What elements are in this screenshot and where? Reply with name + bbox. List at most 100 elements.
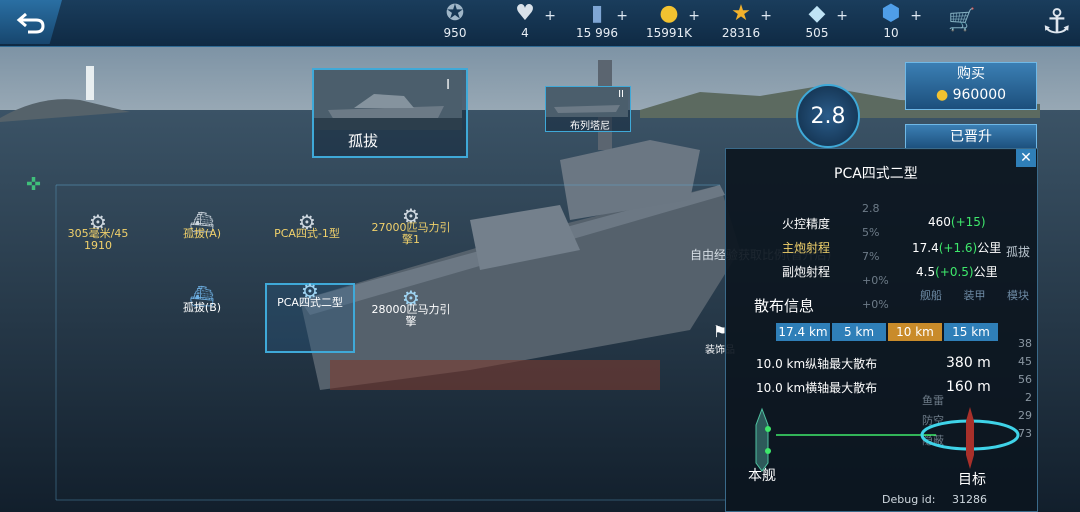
ship-thumbnail bbox=[314, 70, 462, 130]
ghost-value: +0% bbox=[862, 298, 889, 311]
stat-base: 460 bbox=[928, 215, 951, 229]
stat-value: 460(+15) bbox=[928, 215, 986, 229]
ghost-tab: 装甲 bbox=[963, 289, 986, 302]
ship-card-1[interactable]: I 孤拔 bbox=[312, 68, 468, 158]
plus-icon[interactable]: + bbox=[688, 8, 700, 24]
plus-icon[interactable]: + bbox=[616, 8, 628, 24]
dispersion-label: 10.0 km纵轴最大散布 bbox=[756, 357, 878, 371]
ghost-tab: 模块 bbox=[1007, 289, 1029, 302]
resource-diamond[interactable]: ◆ + 505 bbox=[782, 2, 852, 41]
distance-tab[interactable]: 15 km bbox=[944, 323, 998, 341]
crosshair-icon: ✜ bbox=[26, 174, 42, 195]
plus-icon[interactable]: + bbox=[760, 8, 772, 24]
module-item[interactable]: ⚙ 27000匹马力引 擎1 bbox=[366, 206, 456, 246]
debug-label: Debug id: bbox=[882, 493, 936, 506]
stat-value: 17.4(+1.6)公里 bbox=[912, 239, 1001, 256]
buy-button[interactable]: 购买 ● 960000 bbox=[905, 62, 1037, 110]
resource-heart[interactable]: ♥ + 4 bbox=[490, 2, 560, 41]
back-arrow-icon bbox=[16, 12, 45, 34]
distance-tab[interactable]: 5 km bbox=[832, 323, 886, 341]
stat-unit: 公里 bbox=[977, 241, 1002, 255]
ghost-ship-name: 孤拔 bbox=[1006, 245, 1031, 259]
ship-thumbnail bbox=[546, 87, 628, 117]
stat-unit: 公里 bbox=[973, 265, 998, 279]
resource-value: 15 996 bbox=[576, 26, 618, 40]
dispersion-label: 10.0 km横轴最大散布 bbox=[756, 381, 878, 395]
plus-icon[interactable]: + bbox=[910, 8, 922, 24]
promoted-label: 已晋升 bbox=[950, 129, 992, 145]
ghost-value: 45 bbox=[1018, 355, 1032, 368]
distance-tab[interactable]: 17.4 km bbox=[776, 323, 830, 341]
dispersion-value: 160 m bbox=[946, 379, 991, 395]
ghost-value: 56 bbox=[1018, 373, 1032, 386]
rating-value: 2.8 bbox=[810, 103, 846, 129]
ship-tier: I bbox=[446, 78, 450, 93]
stat-value: 4.5(+0.5)公里 bbox=[916, 263, 998, 280]
dispersion-title: 散布信息 bbox=[754, 297, 815, 315]
resource-value: 28316 bbox=[721, 26, 761, 40]
top-bar: ✪ 950 ♥ + 4 ▮ + 15 996 ● + 15991K ★ + 28… bbox=[0, 0, 1080, 47]
dispersion-diagram bbox=[755, 407, 1020, 472]
stat-label: 主炮射程 bbox=[782, 241, 831, 255]
module-label: 孤拔(B) bbox=[182, 301, 222, 314]
module-item[interactable]: ⚙ PCA四式-1型 bbox=[264, 212, 350, 240]
buy-price-row: ● 960000 bbox=[906, 85, 1036, 105]
ghost-tab: 舰船 bbox=[920, 289, 942, 302]
buy-label: 购买 bbox=[957, 66, 985, 82]
rating-badge: 2.8 bbox=[796, 84, 860, 148]
dispersion-value: 380 m bbox=[946, 355, 991, 371]
resource-value: 15991K bbox=[645, 26, 693, 40]
target-label: 目标 bbox=[958, 472, 986, 488]
ship-card-2[interactable]: II 布列塔尼 bbox=[545, 86, 631, 132]
shop-cart-icon[interactable]: 🛒 bbox=[948, 8, 975, 33]
module-label: 孤拔(A) bbox=[182, 227, 222, 240]
module-label: 28000匹马力引 擎 bbox=[371, 303, 451, 328]
dispersion-row: 10.0 km横轴最大散布 160 m bbox=[756, 379, 1016, 396]
compass-icon: ✪ bbox=[445, 1, 465, 26]
resource-value: 10 bbox=[883, 26, 899, 40]
promoted-button[interactable]: 已晋升 bbox=[905, 124, 1037, 150]
module-label: PCA四式二型 bbox=[277, 296, 343, 309]
debug-value: 31286 bbox=[952, 493, 987, 506]
module-item[interactable]: ⚙ 28000匹马力引 擎 bbox=[366, 288, 456, 328]
buy-price: 960000 bbox=[952, 87, 1007, 103]
anchor-icon[interactable]: ⚓ bbox=[1042, 2, 1072, 42]
plus-icon[interactable]: + bbox=[836, 8, 848, 24]
module-label: PCA四式-1型 bbox=[274, 227, 340, 240]
close-icon[interactable]: ✕ bbox=[1016, 149, 1036, 167]
panel-title: PCA四式二型 bbox=[834, 166, 918, 182]
stat-delta: (+15) bbox=[950, 215, 986, 229]
back-button[interactable] bbox=[0, 0, 62, 44]
gold-coin-icon: ● bbox=[935, 87, 949, 103]
resource-value: 950 bbox=[443, 26, 467, 40]
stat-label: 火控精度 bbox=[782, 217, 831, 231]
stat-row: 火控精度 460(+15) bbox=[782, 215, 1030, 232]
distance-tab-selected[interactable]: 10 km bbox=[888, 323, 942, 341]
module-detail-panel: PCA四式二型 ✕ 2.8 5% 7% +0% +0% 火控精度 460(+15… bbox=[725, 148, 1038, 512]
stat-row: 主炮射程 17.4(+1.6)公里 bbox=[782, 239, 1030, 256]
resource-value: 4 bbox=[521, 26, 529, 40]
module-item[interactable]: ⛴ 孤拔(B) bbox=[166, 286, 238, 314]
plus-icon[interactable]: + bbox=[544, 8, 556, 24]
module-item[interactable]: ⚙ 305毫米/45 1910 bbox=[62, 212, 134, 252]
ship-tier: II bbox=[618, 89, 624, 100]
resource-card[interactable]: ▮ + 15 996 bbox=[562, 2, 632, 41]
module-item-selected[interactable]: ⚙ PCA四式二型 bbox=[265, 281, 355, 353]
resource-value: 505 bbox=[805, 26, 829, 40]
stat-base: 17.4 bbox=[912, 241, 939, 255]
stat-base: 4.5 bbox=[916, 265, 936, 279]
module-item[interactable]: ⛴ 孤拔(A) bbox=[166, 212, 238, 240]
module-label: 27000匹马力引 擎1 bbox=[371, 221, 451, 246]
ship-name: 孤拔 bbox=[348, 132, 379, 150]
resource-gold[interactable]: ● + 15991K bbox=[634, 2, 704, 41]
dispersion-row: 10.0 km纵轴最大散布 380 m bbox=[756, 355, 1016, 372]
resource-crystal[interactable]: ⬢ + 10 bbox=[856, 2, 926, 41]
stat-delta: (+1.6) bbox=[938, 241, 978, 255]
stat-delta: (+0.5) bbox=[935, 265, 974, 279]
ship-name: 布列塔尼 bbox=[570, 121, 610, 132]
resource-compass[interactable]: ✪ 950 bbox=[420, 1, 490, 41]
own-ship-label: 本舰 bbox=[748, 468, 776, 484]
ghost-value: 38 bbox=[1018, 337, 1032, 350]
ghost-tabs: 舰船 装甲 模块 bbox=[920, 287, 1029, 303]
resource-star[interactable]: ★ + 28316 bbox=[706, 2, 776, 41]
